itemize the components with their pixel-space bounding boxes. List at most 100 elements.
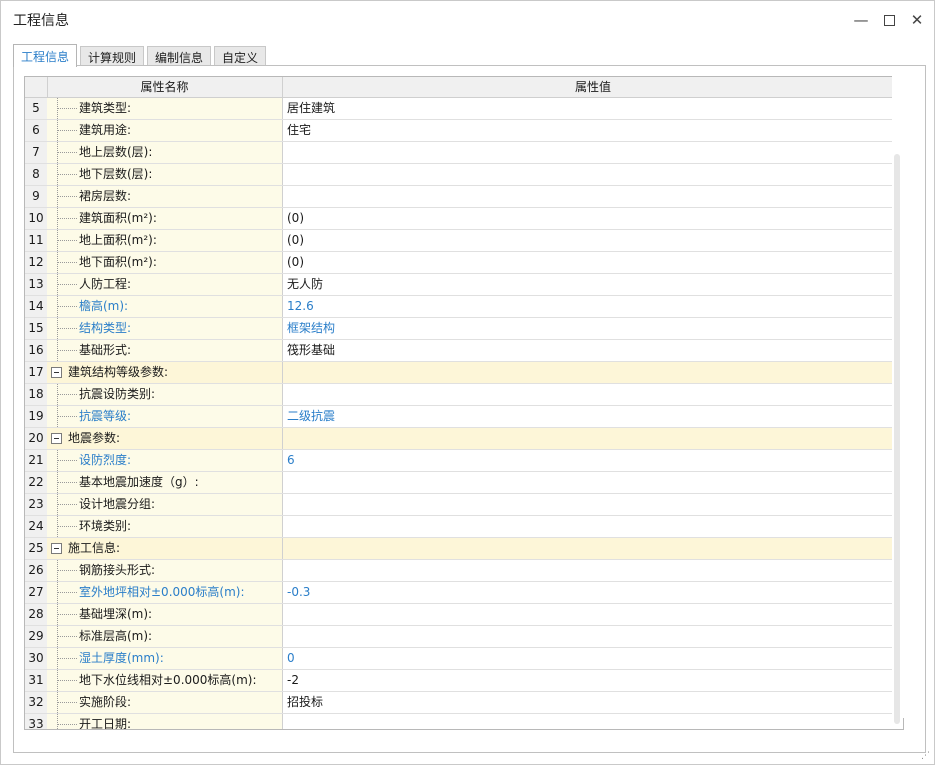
property-name-cell[interactable]: 施工信息: <box>47 538 283 559</box>
table-row[interactable]: 16 基础形式: 筏形基础 <box>25 340 903 362</box>
property-value-cell[interactable]: (0) <box>283 208 903 229</box>
property-name-cell[interactable]: 建筑类型: <box>47 98 283 119</box>
property-value-cell[interactable]: (0) <box>283 252 903 273</box>
property-value-cell[interactable]: 无人防 <box>283 274 903 295</box>
property-name-cell[interactable]: 室外地坪相对±0.000标高(m): <box>47 582 283 603</box>
collapse-icon[interactable] <box>51 433 62 444</box>
property-value-cell[interactable] <box>283 384 903 405</box>
property-name-cell[interactable]: 地下面积(m²): <box>47 252 283 273</box>
maximize-button[interactable] <box>877 9 901 31</box>
table-row[interactable]: 14 檐高(m): 12.6 <box>25 296 903 318</box>
collapse-icon[interactable] <box>51 543 62 554</box>
property-value-cell[interactable] <box>283 538 903 559</box>
property-name-cell[interactable]: 设防烈度: <box>47 450 283 471</box>
property-value-cell[interactable] <box>283 604 903 625</box>
property-name-cell[interactable]: 湿土厚度(mm): <box>47 648 283 669</box>
property-value-cell[interactable]: 框架结构 <box>283 318 903 339</box>
property-name-cell[interactable]: 人防工程: <box>47 274 283 295</box>
property-name-cell[interactable]: 地上面积(m²): <box>47 230 283 251</box>
property-name-cell[interactable]: 基本地震加速度（g）: <box>47 472 283 493</box>
property-value-cell[interactable] <box>283 560 903 581</box>
group-row[interactable]: 17 建筑结构等级参数: <box>25 362 903 384</box>
property-name-cell[interactable]: 裙房层数: <box>47 186 283 207</box>
table-row[interactable]: 13 人防工程: 无人防 <box>25 274 903 296</box>
table-row[interactable]: 19 抗震等级: 二级抗震 <box>25 406 903 428</box>
column-header-name[interactable]: 属性名称 <box>47 77 283 97</box>
table-row[interactable]: 29 标准层高(m): <box>25 626 903 648</box>
property-value-cell[interactable] <box>283 186 903 207</box>
property-value-cell[interactable] <box>283 362 903 383</box>
property-name-cell[interactable]: 地震参数: <box>47 428 283 449</box>
table-row[interactable]: 24 环境类别: <box>25 516 903 538</box>
property-value-cell[interactable]: 0 <box>283 648 903 669</box>
property-name-cell[interactable]: 基础埋深(m): <box>47 604 283 625</box>
table-row[interactable]: 18 抗震设防类别: <box>25 384 903 406</box>
property-name-cell[interactable]: 地下水位线相对±0.000标高(m): <box>47 670 283 691</box>
group-row[interactable]: 20 地震参数: <box>25 428 903 450</box>
column-header-value[interactable]: 属性值 <box>283 77 903 97</box>
tab-1[interactable]: 工程信息 <box>13 44 78 67</box>
table-row[interactable]: 23 设计地震分组: <box>25 494 903 516</box>
property-value-cell[interactable]: 二级抗震 <box>283 406 903 427</box>
property-name-cell[interactable]: 檐高(m): <box>47 296 283 317</box>
property-value-cell[interactable] <box>283 516 903 537</box>
table-row[interactable]: 6 建筑用途: 住宅 <box>25 120 903 142</box>
property-value-cell[interactable] <box>283 164 903 185</box>
property-name-cell[interactable]: 实施阶段: <box>47 692 283 713</box>
tab-2[interactable]: 计算规则 <box>80 46 145 67</box>
property-value-cell[interactable]: 居住建筑 <box>283 98 903 119</box>
resize-grip-icon[interactable]: ⋰ <box>921 751 931 761</box>
table-row[interactable]: 22 基本地震加速度（g）: <box>25 472 903 494</box>
property-value-cell[interactable] <box>283 428 903 449</box>
scrollbar-thumb[interactable] <box>894 154 900 724</box>
property-name-cell[interactable]: 建筑面积(m²): <box>47 208 283 229</box>
property-value-cell[interactable]: -2 <box>283 670 903 691</box>
property-value-cell[interactable]: 招投标 <box>283 692 903 713</box>
property-name-cell[interactable]: 建筑用途: <box>47 120 283 141</box>
group-row[interactable]: 25 施工信息: <box>25 538 903 560</box>
table-row[interactable]: 12 地下面积(m²): (0) <box>25 252 903 274</box>
collapse-icon[interactable] <box>51 367 62 378</box>
minimize-button[interactable]: — <box>849 9 873 31</box>
vertical-scrollbar[interactable] <box>892 66 904 724</box>
property-value-cell[interactable] <box>283 626 903 647</box>
table-row[interactable]: 32 实施阶段: 招投标 <box>25 692 903 714</box>
table-row[interactable]: 33 开工日期: <box>25 714 903 729</box>
property-name-cell[interactable]: 地下层数(层): <box>47 164 283 185</box>
table-row[interactable]: 7 地上层数(层): <box>25 142 903 164</box>
table-row[interactable]: 9 裙房层数: <box>25 186 903 208</box>
property-name-cell[interactable]: 抗震等级: <box>47 406 283 427</box>
table-row[interactable]: 10 建筑面积(m²): (0) <box>25 208 903 230</box>
table-row[interactable]: 28 基础埋深(m): <box>25 604 903 626</box>
tab-4[interactable]: 自定义 <box>214 46 267 67</box>
property-value-cell[interactable]: 住宅 <box>283 120 903 141</box>
property-value-cell[interactable] <box>283 472 903 493</box>
property-value-cell[interactable] <box>283 494 903 515</box>
property-value-cell[interactable]: (0) <box>283 230 903 251</box>
table-row[interactable]: 30 湿土厚度(mm): 0 <box>25 648 903 670</box>
property-value-cell[interactable]: 筏形基础 <box>283 340 903 361</box>
property-name-cell[interactable]: 钢筋接头形式: <box>47 560 283 581</box>
property-value-cell[interactable] <box>283 714 903 729</box>
property-name-cell[interactable]: 环境类别: <box>47 516 283 537</box>
property-name-cell[interactable]: 开工日期: <box>47 714 283 729</box>
property-value-cell[interactable]: 6 <box>283 450 903 471</box>
property-value-cell[interactable] <box>283 142 903 163</box>
property-name-cell[interactable]: 抗震设防类别: <box>47 384 283 405</box>
property-name-cell[interactable]: 基础形式: <box>47 340 283 361</box>
table-row[interactable]: 26 钢筋接头形式: <box>25 560 903 582</box>
property-name-cell[interactable]: 地上层数(层): <box>47 142 283 163</box>
table-row[interactable]: 27 室外地坪相对±0.000标高(m): -0.3 <box>25 582 903 604</box>
property-name-cell[interactable]: 设计地震分组: <box>47 494 283 515</box>
table-row[interactable]: 31 地下水位线相对±0.000标高(m): -2 <box>25 670 903 692</box>
property-name-cell[interactable]: 结构类型: <box>47 318 283 339</box>
table-row[interactable]: 21 设防烈度: 6 <box>25 450 903 472</box>
table-row[interactable]: 8 地下层数(层): <box>25 164 903 186</box>
table-row[interactable]: 5 建筑类型: 居住建筑 <box>25 98 903 120</box>
table-row[interactable]: 11 地上面积(m²): (0) <box>25 230 903 252</box>
property-value-cell[interactable]: 12.6 <box>283 296 903 317</box>
table-row[interactable]: 15 结构类型: 框架结构 <box>25 318 903 340</box>
property-name-cell[interactable]: 标准层高(m): <box>47 626 283 647</box>
tab-3[interactable]: 编制信息 <box>147 46 212 67</box>
property-value-cell[interactable]: -0.3 <box>283 582 903 603</box>
